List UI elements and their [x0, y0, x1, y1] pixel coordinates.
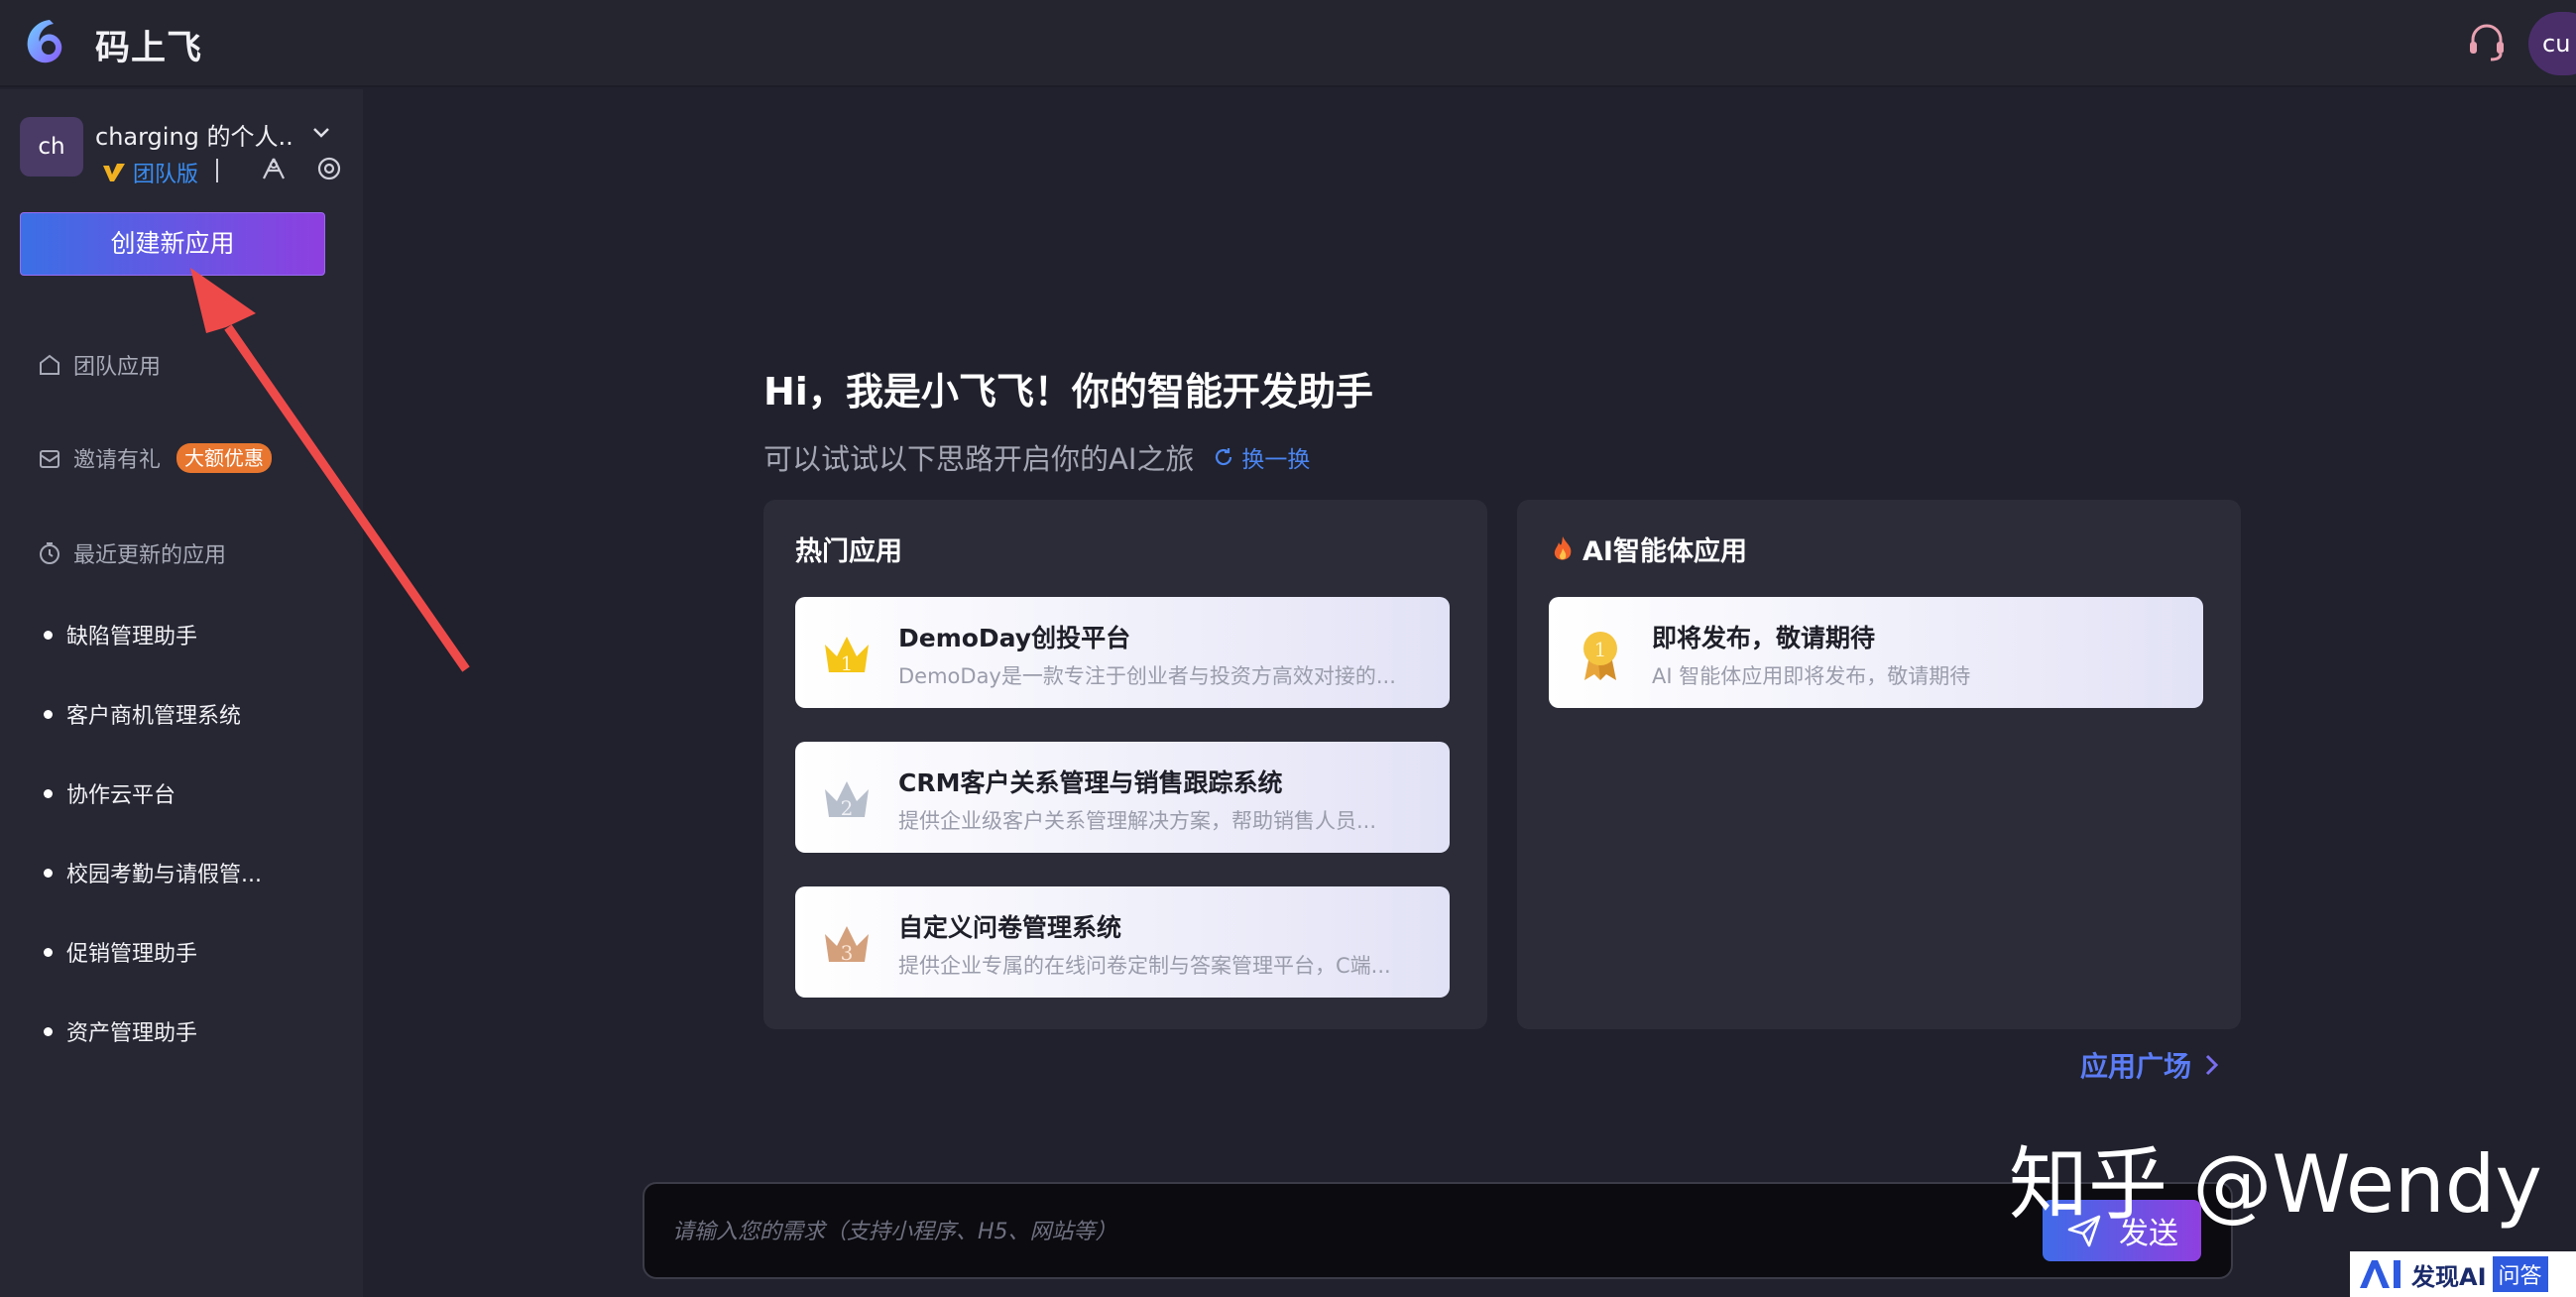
- hot-apps-title: 热门应用: [795, 536, 902, 567]
- hot-app-card[interactable]: 3 自定义问卷管理系统 提供企业专属的在线问卷定制与答案管理平台，C端...: [795, 886, 1450, 998]
- zhihu-watermark: 知乎 @Wendy: [2009, 1138, 2542, 1231]
- card-title: CRM客户关系管理与销售跟踪系统: [898, 768, 1283, 797]
- home-icon: [40, 354, 59, 375]
- top-bar: 码上飞 cu: [0, 0, 2576, 87]
- site-name: 发现AI: [2411, 1262, 2487, 1291]
- recent-app-label: 缺陷管理助手: [66, 625, 198, 649]
- chevron-down-icon[interactable]: [307, 119, 335, 147]
- card-title: 即将发布，敬请期待: [1652, 624, 1876, 652]
- medal-icon: 1: [1583, 632, 1617, 680]
- bullet: [44, 788, 53, 798]
- hot-apps-panel: 热门应用 1 DemoDay创投平台 DemoDay是一款专注于创业者与投资方高…: [763, 500, 1487, 1029]
- recent-app-label: 校园考勤与请假管...: [66, 863, 262, 887]
- settings-gear-icon[interactable]: [315, 155, 343, 182]
- recent-app-item[interactable]: 校园考勤与请假管...: [44, 857, 262, 888]
- support-headset-icon[interactable]: [2463, 18, 2511, 65]
- card-title: 自定义问卷管理系统: [898, 913, 1122, 942]
- card-desc: 提供企业级客户关系管理解决方案，帮助销售人员...: [898, 809, 1377, 833]
- crown-gold-icon: 1: [825, 637, 869, 675]
- bullet: [44, 868, 53, 878]
- app-plaza-label: 应用广场: [2080, 1050, 2192, 1083]
- card-title: DemoDay创投平台: [898, 624, 1131, 652]
- vip-v-icon: [103, 164, 125, 181]
- clock-icon: [40, 542, 59, 564]
- plan-label[interactable]: 团队版: [133, 157, 198, 188]
- recent-app-item[interactable]: 协作云平台: [44, 777, 176, 809]
- card-desc: 提供企业专属的在线问卷定制与答案管理平台，C端...: [898, 954, 1391, 978]
- create-app-button[interactable]: 创建新应用: [20, 212, 325, 276]
- fire-icon: [1554, 535, 1572, 560]
- card-desc: AI 智能体应用即将发布，敬请期待: [1652, 664, 1971, 688]
- site-tag: 问答: [2492, 1256, 2548, 1292]
- refresh-icon: [1216, 448, 1232, 466]
- recent-app-label: 促销管理助手: [66, 942, 198, 967]
- ai-logo-icon: [2360, 1260, 2400, 1288]
- greeting-title: Hi，我是小飞飞！你的智能开发助手: [763, 370, 1373, 413]
- nav-invite[interactable]: 邀请有礼 大额优惠: [36, 442, 273, 474]
- nav-recent-header: 最近更新的应用: [36, 537, 226, 569]
- svg-text:1: 1: [841, 651, 854, 675]
- ai-app-card[interactable]: 1 即将发布，敬请期待 AI 智能体应用即将发布，敬请期待: [1549, 597, 2203, 708]
- hot-app-card[interactable]: 1 DemoDay创投平台 DemoDay是一款专注于创业者与投资方高效对接的.…: [795, 597, 1450, 708]
- ai-apps-title: AI智能体应用: [1582, 536, 1747, 567]
- app-logo-icon[interactable]: [20, 16, 71, 67]
- card-desc: DemoDay是一款专注于创业者与投资方高效对接的...: [898, 664, 1396, 688]
- recent-app-item[interactable]: 促销管理助手: [44, 936, 197, 968]
- prompt-input[interactable]: [672, 1208, 1862, 1255]
- nav-invite-label: 邀请有礼: [73, 448, 162, 473]
- bullet: [44, 1026, 53, 1036]
- site-watermark: 发现AI 问答: [2350, 1251, 2576, 1297]
- app-plaza-link[interactable]: 应用广场: [2080, 1045, 2223, 1085]
- gift-mail-icon: [40, 450, 59, 468]
- recent-app-label: 客户商机管理系统: [66, 704, 242, 729]
- promo-badge: 大额优惠: [176, 443, 273, 473]
- bullet: [44, 947, 53, 957]
- recent-app-label: 协作云平台: [66, 783, 176, 808]
- refresh-button[interactable]: 换一换: [1212, 440, 1310, 474]
- ai-apps-panel: AI智能体应用 1 即将发布，敬请期待 AI 智能体应用即将发布，敬请期待: [1517, 500, 2241, 1029]
- recent-app-item[interactable]: 客户商机管理系统: [44, 698, 241, 730]
- svg-text:1: 1: [1594, 638, 1607, 661]
- app-name: 码上飞: [95, 29, 203, 68]
- divider: [216, 159, 218, 182]
- refresh-label: 换一换: [1241, 447, 1311, 473]
- nav-team-apps[interactable]: 团队应用: [36, 349, 161, 381]
- hot-app-card[interactable]: 2 CRM客户关系管理与销售跟踪系统 提供企业级客户关系管理解决方案，帮助销售人…: [795, 742, 1450, 853]
- team-members-icon[interactable]: [260, 155, 288, 182]
- crown-silver-icon: 2: [825, 781, 869, 820]
- bullet: [44, 709, 53, 719]
- bullet: [44, 630, 53, 640]
- sidebar: ch charging 的个人... 团队版 创建新应用 团队应用 邀请有礼 大…: [0, 89, 363, 1297]
- subtitle: 可以试试以下思路开启你的AI之旅 换一换: [763, 436, 1310, 478]
- ai-apps-title-row: AI智能体应用: [1549, 530, 1747, 568]
- nav-team-apps-label: 团队应用: [73, 355, 162, 380]
- chevron-right-icon: [2205, 1054, 2219, 1076]
- recent-app-item[interactable]: 资产管理助手: [44, 1015, 197, 1047]
- user-avatar[interactable]: cu: [2528, 12, 2576, 75]
- svg-text:2: 2: [841, 796, 854, 820]
- crown-bronze-icon: 3: [825, 926, 869, 965]
- svg-text:3: 3: [841, 941, 854, 965]
- subtitle-text: 可以试试以下思路开启你的AI之旅: [763, 442, 1195, 476]
- prompt-input-bar: 发送: [643, 1182, 2233, 1279]
- plan-badge: 团队版: [101, 157, 198, 188]
- recent-app-label: 资产管理助手: [66, 1021, 198, 1046]
- workspace-avatar[interactable]: ch: [20, 117, 83, 177]
- workspace-name[interactable]: charging 的个人...: [95, 117, 293, 152]
- recent-app-item[interactable]: 缺陷管理助手: [44, 619, 197, 650]
- nav-recent-label: 最近更新的应用: [73, 543, 227, 568]
